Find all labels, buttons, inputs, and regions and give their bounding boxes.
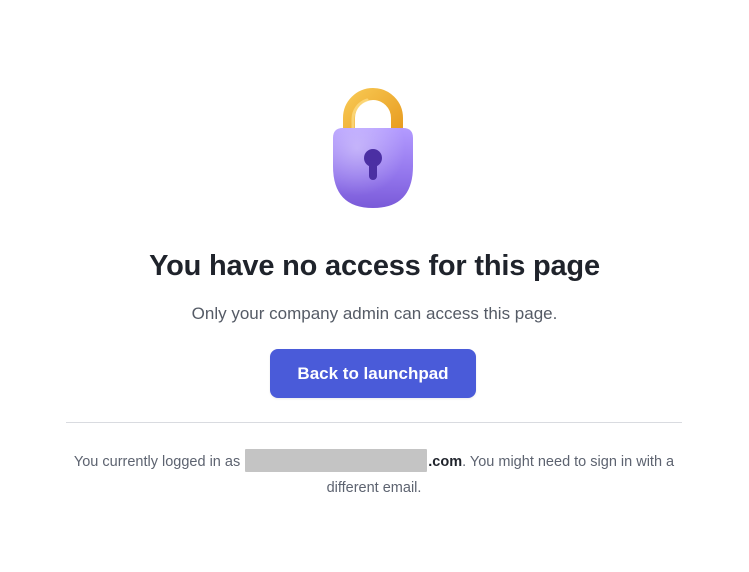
page-title: You have no access for this page (149, 250, 600, 282)
logged-in-prefix: You currently logged in as (73, 454, 241, 470)
no-access-page: You have no access for this page Only yo… (0, 0, 749, 572)
logged-in-notice: You currently logged in as .com. You mig… (62, 449, 686, 501)
padlock-icon (327, 88, 419, 212)
email-domain: .com (428, 454, 463, 470)
redacted-email (245, 449, 428, 472)
back-to-launchpad-button[interactable]: Back to launchpad (270, 349, 476, 398)
divider (66, 422, 682, 423)
page-subtitle: Only your company admin can access this … (191, 304, 558, 323)
